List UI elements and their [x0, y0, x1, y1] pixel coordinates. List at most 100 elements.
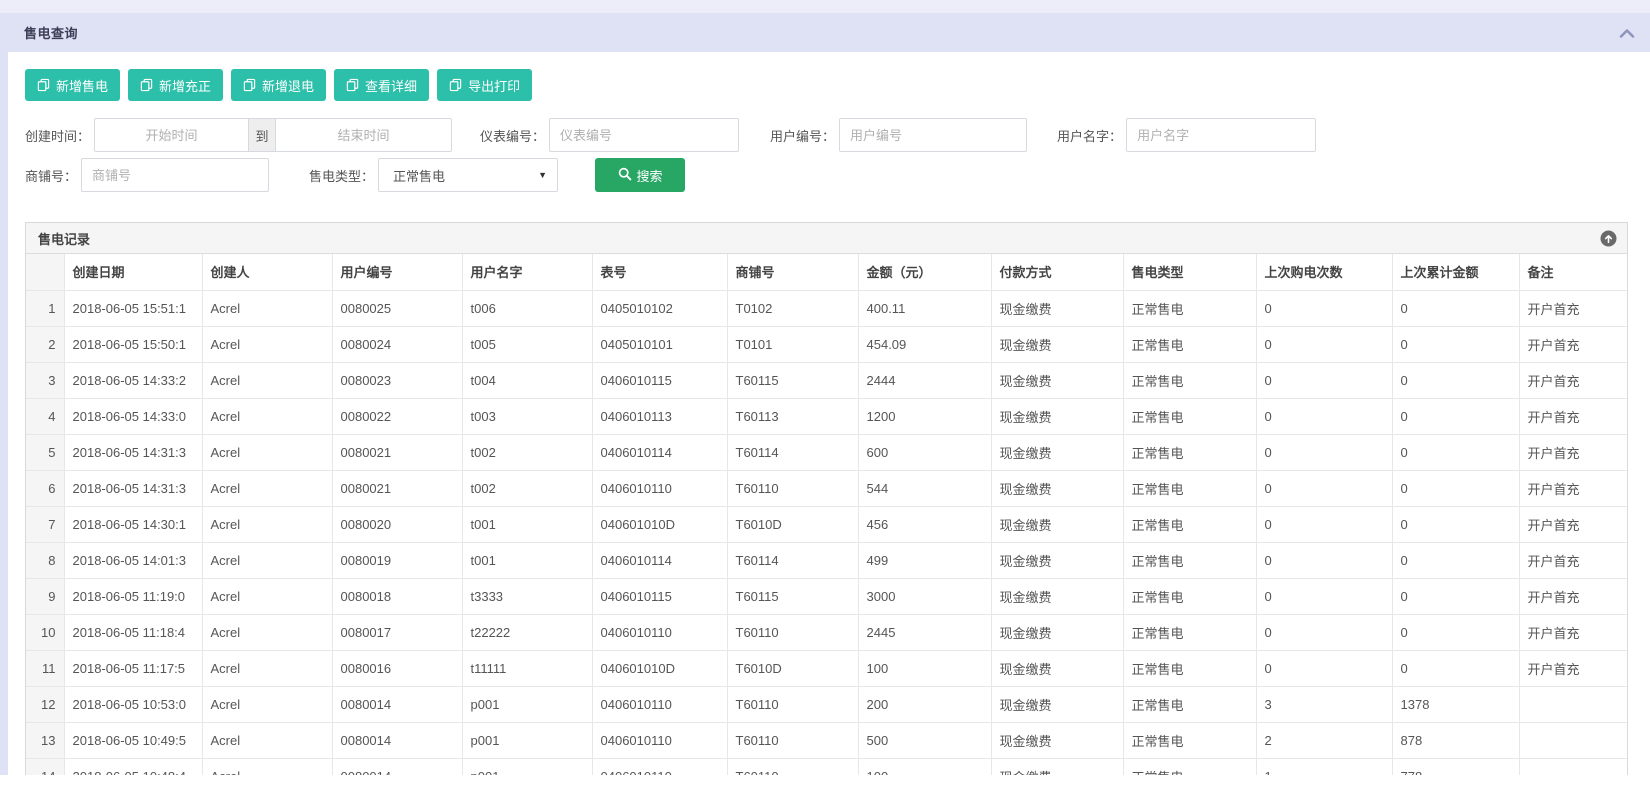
- table-row[interactable]: 102018-06-05 11:18:4Acrel0080017t2222204…: [26, 614, 1627, 650]
- cell-payment-method: 现金缴费: [991, 290, 1123, 326]
- cell-payment-method: 现金缴费: [991, 362, 1123, 398]
- cell-payment-method: 现金缴费: [991, 470, 1123, 506]
- button-label: 新增售电: [56, 76, 108, 95]
- cell-user-id: 0080019: [332, 542, 462, 578]
- user-id-input[interactable]: [839, 118, 1027, 152]
- col-header-user-id: 用户编号: [332, 254, 462, 290]
- user-name-label: 用户名字：: [1057, 126, 1122, 145]
- col-header-user-name: 用户名字: [462, 254, 592, 290]
- cell-creator: Acrel: [202, 326, 332, 362]
- cell-last-total-amount: 0: [1392, 290, 1519, 326]
- cell-amount: 500: [858, 722, 991, 758]
- cell-user-id: 0080016: [332, 650, 462, 686]
- cell-create-date: 2018-06-05 14:31:3: [64, 470, 202, 506]
- cell-create-date: 2018-06-05 14:01:3: [64, 542, 202, 578]
- cell-creator: Acrel: [202, 614, 332, 650]
- search-icon: [618, 167, 632, 184]
- cell-amount: 1200: [858, 398, 991, 434]
- sale-type-select[interactable]: 正常售电 ▼: [378, 158, 558, 192]
- records-table: 创建日期创建人用户编号用户名字表号商铺号金额（元）付款方式售电类型上次购电次数上…: [26, 254, 1627, 775]
- table-row[interactable]: 52018-06-05 14:31:3Acrel0080021t00204060…: [26, 434, 1627, 470]
- view-detail-button[interactable]: 查看详细: [334, 69, 429, 101]
- cell-last-total-amount: 0: [1392, 614, 1519, 650]
- table-row[interactable]: 112018-06-05 11:17:5Acrel0080016t1111104…: [26, 650, 1627, 686]
- table-row[interactable]: 32018-06-05 14:33:2Acrel0080023t00404060…: [26, 362, 1627, 398]
- cell-last-purchase-count: 0: [1256, 290, 1392, 326]
- col-header-amount: 金额（元）: [858, 254, 991, 290]
- chevron-up-icon[interactable]: [1618, 26, 1638, 42]
- copy-icon: [346, 78, 359, 92]
- cell-remark: [1519, 758, 1627, 775]
- records-table-head: 创建日期创建人用户编号用户名字表号商铺号金额（元）付款方式售电类型上次购电次数上…: [26, 254, 1627, 290]
- table-row[interactable]: 132018-06-05 10:49:5Acrel0080014p0010406…: [26, 722, 1627, 758]
- cell-creator: Acrel: [202, 362, 332, 398]
- cell-row-index: 1: [26, 290, 64, 326]
- copy-icon: [449, 78, 462, 92]
- cell-create-date: 2018-06-05 10:49:5: [64, 722, 202, 758]
- cell-user-name: t005: [462, 326, 592, 362]
- shop-no-input[interactable]: [81, 158, 269, 192]
- cell-row-index: 8: [26, 542, 64, 578]
- circle-arrow-up-icon[interactable]: [1600, 230, 1617, 247]
- cell-row-index: 12: [26, 686, 64, 722]
- cell-create-date: 2018-06-05 15:50:1: [64, 326, 202, 362]
- cell-row-index: 2: [26, 326, 64, 362]
- cell-last-purchase-count: 3: [1256, 686, 1392, 722]
- add-recharge-button[interactable]: 新增充正: [128, 69, 223, 101]
- cell-payment-method: 现金缴费: [991, 326, 1123, 362]
- user-name-input[interactable]: [1126, 118, 1316, 152]
- table-row[interactable]: 42018-06-05 14:33:0Acrel0080022t00304060…: [26, 398, 1627, 434]
- cell-sale-type: 正常售电: [1123, 398, 1256, 434]
- search-button[interactable]: 搜索: [595, 158, 685, 192]
- cell-user-id: 0080017: [332, 614, 462, 650]
- table-row[interactable]: 62018-06-05 14:31:3Acrel0080021t00204060…: [26, 470, 1627, 506]
- button-label: 新增退电: [262, 76, 314, 95]
- table-row[interactable]: 82018-06-05 14:01:3Acrel0080019t00104060…: [26, 542, 1627, 578]
- cell-user-id: 0080014: [332, 686, 462, 722]
- add-refund-button[interactable]: 新增退电: [231, 69, 326, 101]
- table-row[interactable]: 12018-06-05 15:51:1Acrel0080025t00604050…: [26, 290, 1627, 326]
- cell-create-date: 2018-06-05 11:18:4: [64, 614, 202, 650]
- add-sale-button[interactable]: 新增售电: [25, 69, 120, 101]
- start-time-input[interactable]: [94, 118, 249, 152]
- cell-last-total-amount: 0: [1392, 362, 1519, 398]
- export-print-button[interactable]: 导出打印: [437, 69, 532, 101]
- cell-user-id: 0080021: [332, 470, 462, 506]
- table-row[interactable]: 22018-06-05 15:50:1Acrel0080024t00504050…: [26, 326, 1627, 362]
- meter-no-input[interactable]: [549, 118, 739, 152]
- cell-amount: 400.11: [858, 290, 991, 326]
- cell-shop-no: T60115: [727, 578, 858, 614]
- copy-icon: [243, 78, 256, 92]
- col-header-row-index: [26, 254, 64, 290]
- table-row[interactable]: 92018-06-05 11:19:0Acrel0080018t33330406…: [26, 578, 1627, 614]
- cell-shop-no: T60113: [727, 398, 858, 434]
- cell-remark: [1519, 722, 1627, 758]
- cell-row-index: 6: [26, 470, 64, 506]
- cell-row-index: 13: [26, 722, 64, 758]
- records-panel-header: 售电记录: [26, 223, 1627, 254]
- cell-payment-method: 现金缴费: [991, 686, 1123, 722]
- cell-create-date: 2018-06-05 11:17:5: [64, 650, 202, 686]
- cell-shop-no: T0102: [727, 290, 858, 326]
- page-title: 售电查询: [0, 23, 78, 42]
- cell-create-date: 2018-06-05 14:33:2: [64, 362, 202, 398]
- table-row[interactable]: 72018-06-05 14:30:1Acrel0080020t00104060…: [26, 506, 1627, 542]
- cell-meter-no: 040601010D: [592, 506, 727, 542]
- cell-last-total-amount: 0: [1392, 542, 1519, 578]
- cell-last-total-amount: 0: [1392, 398, 1519, 434]
- table-row[interactable]: 122018-06-05 10:53:0Acrel0080014p0010406…: [26, 686, 1627, 722]
- cell-last-purchase-count: 0: [1256, 470, 1392, 506]
- cell-user-name: t001: [462, 506, 592, 542]
- records-title: 售电记录: [26, 229, 90, 248]
- cell-creator: Acrel: [202, 398, 332, 434]
- cell-creator: Acrel: [202, 650, 332, 686]
- button-label: 导出打印: [468, 76, 520, 95]
- table-row[interactable]: 142018-06-05 10:48:4Acrel0080014p0010406…: [26, 758, 1627, 775]
- cell-user-name: p001: [462, 722, 592, 758]
- end-time-input[interactable]: [275, 118, 452, 152]
- cell-remark: 开户首充: [1519, 326, 1627, 362]
- cell-row-index: 9: [26, 578, 64, 614]
- cell-last-total-amount: 0: [1392, 506, 1519, 542]
- cell-user-id: 0080023: [332, 362, 462, 398]
- cell-remark: 开户首充: [1519, 578, 1627, 614]
